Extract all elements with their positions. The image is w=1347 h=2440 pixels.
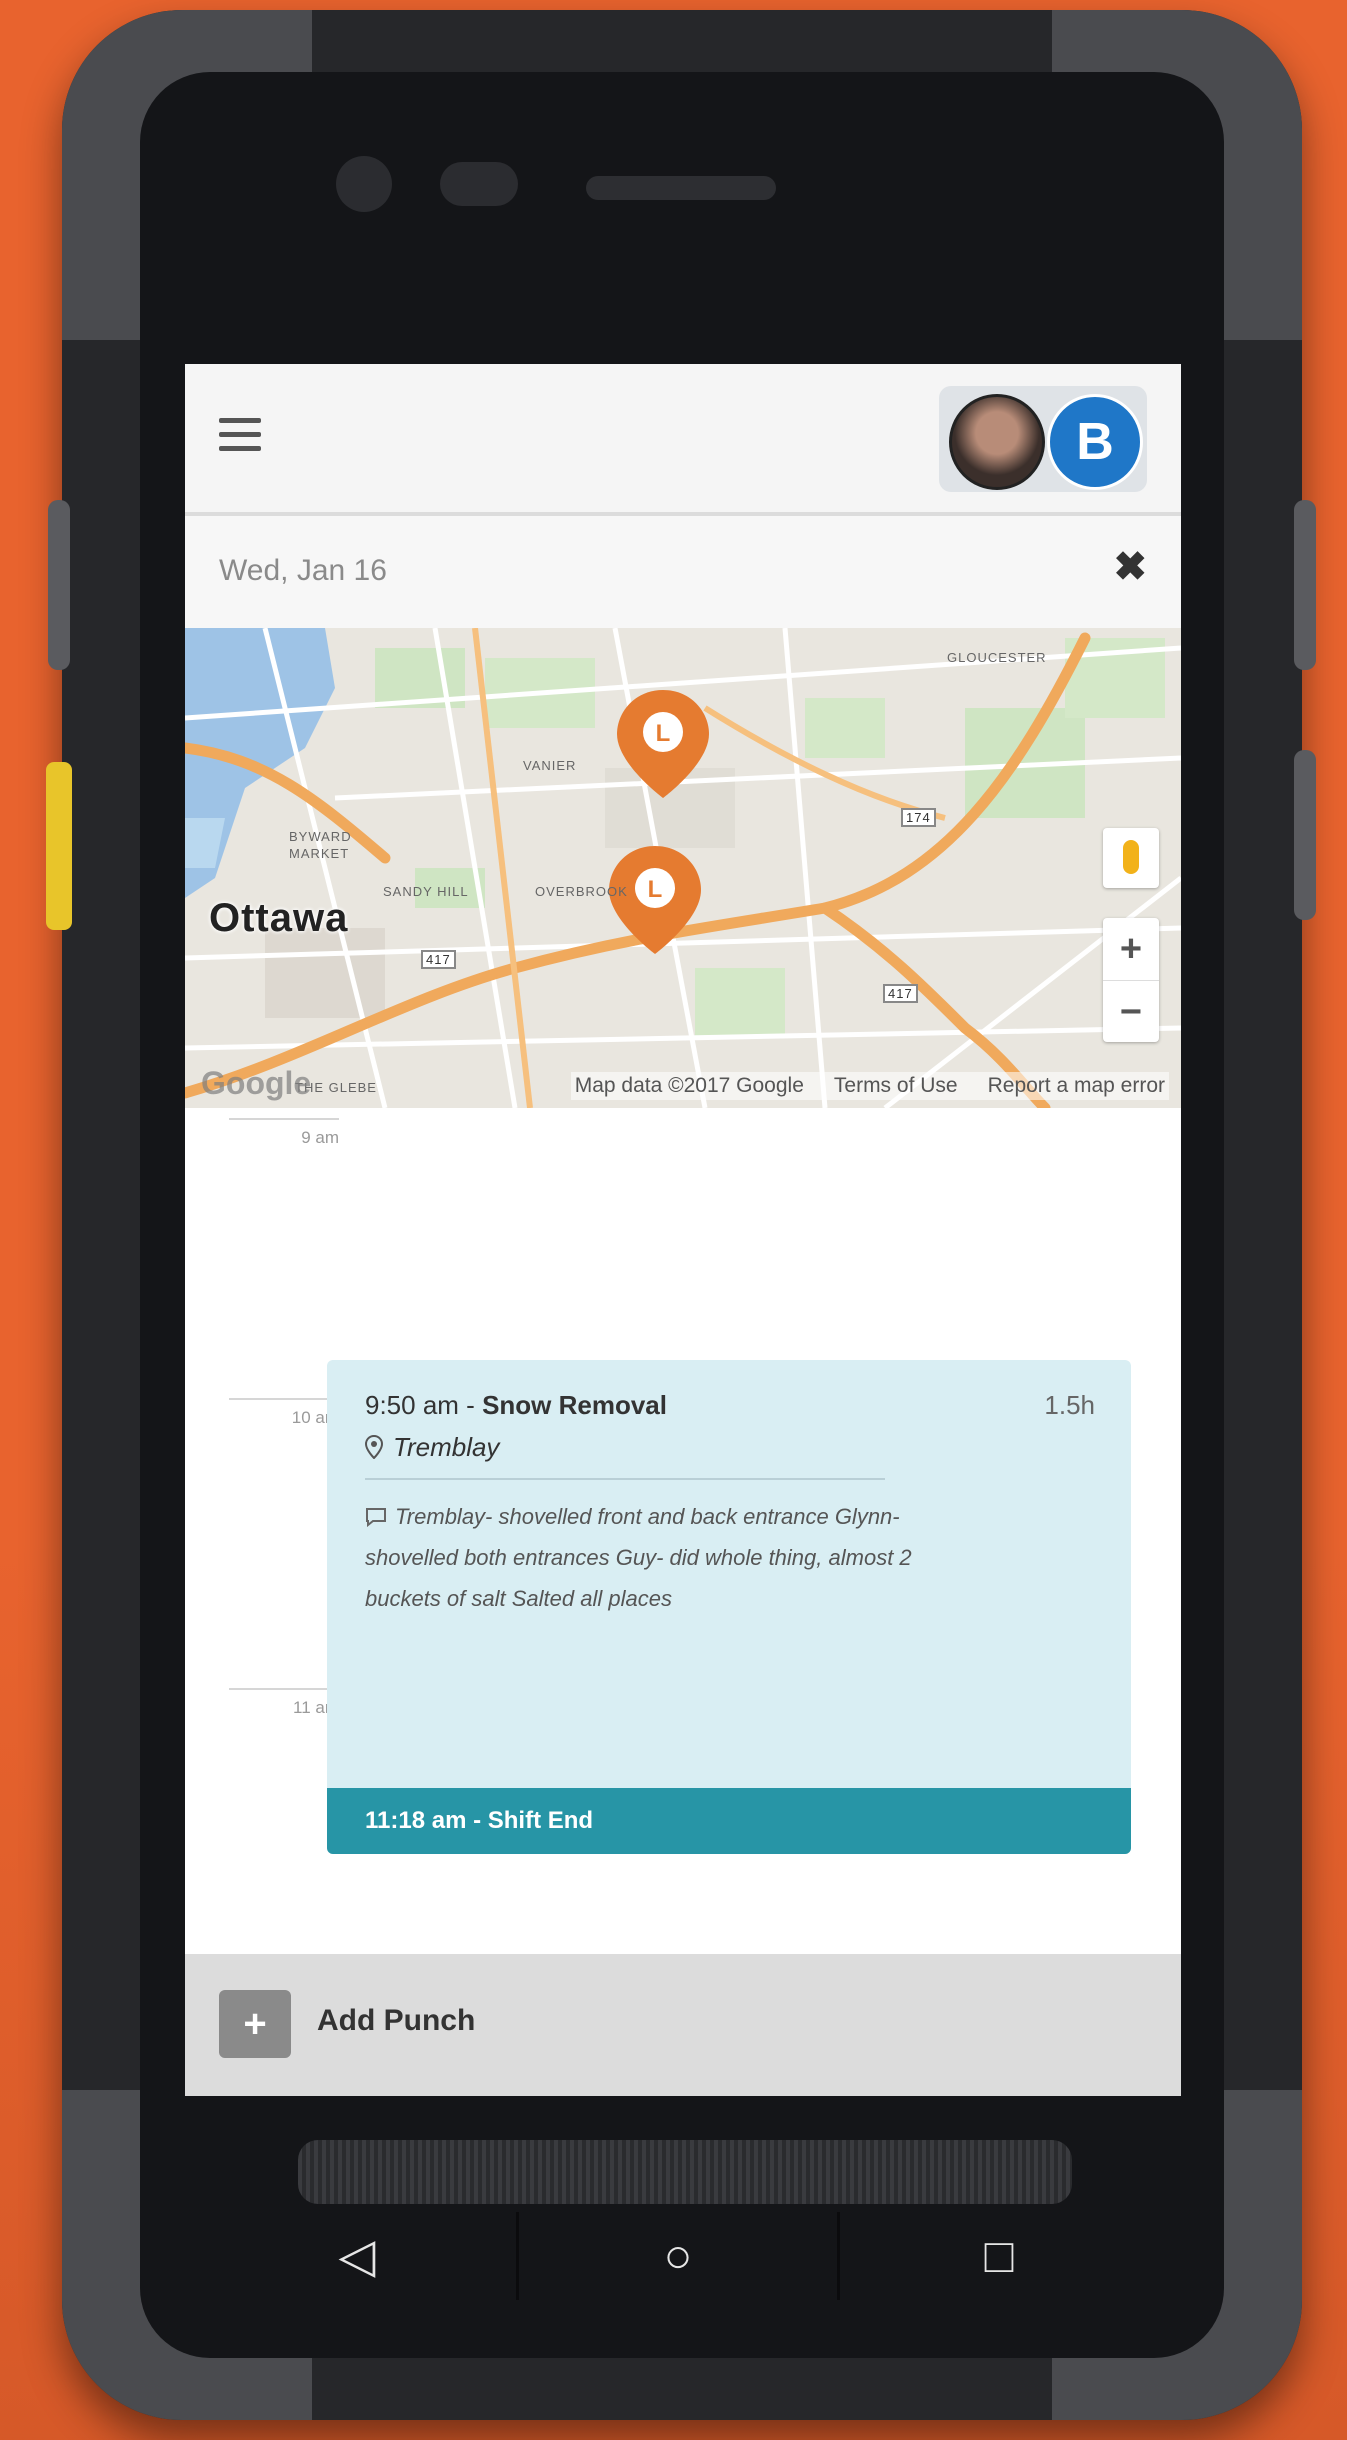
earpiece (586, 176, 776, 200)
punch-location-name: Tremblay (393, 1432, 500, 1462)
location-pin-icon (364, 1434, 384, 1460)
map-pin-label: L (656, 720, 671, 747)
ptt-key[interactable] (46, 762, 72, 930)
shift-end-bar[interactable]: 11:18 am - Shift End (327, 1788, 1131, 1854)
hour-label: 10 am (291, 1408, 339, 1427)
hour-label: 11 am (293, 1698, 339, 1717)
map-data-credit: Map data ©2017 Google (574, 1074, 804, 1097)
map-area-label: SANDY HILL (383, 884, 469, 899)
android-nav-bar: ◁ ○ □ (198, 2212, 1158, 2300)
hour-tick (229, 1688, 339, 1690)
close-icon[interactable]: ✖ (1113, 544, 1147, 590)
add-icon[interactable]: + (219, 1990, 291, 2058)
punch-job-name: Snow Removal (482, 1390, 667, 1420)
add-punch-bar[interactable]: + Add Punch (185, 1954, 1181, 2096)
punch-map[interactable]: L L VANIER BYWARD MARKET SANDY HILL OVER… (185, 628, 1181, 1108)
punch-note: Tremblay- shovelled front and back entra… (365, 1496, 925, 1619)
recent-apps-button[interactable]: □ (837, 2212, 1158, 2300)
map-area-label: VANIER (523, 758, 577, 773)
map-zoom-control: + − (1103, 918, 1159, 1042)
card-divider (365, 1478, 885, 1480)
hour-tick (229, 1398, 339, 1400)
user-avatar[interactable] (949, 394, 1045, 490)
punch-note-text: Tremblay- shovelled front and back entra… (365, 1504, 912, 1611)
map-canvas: L L (185, 628, 1181, 1108)
zoom-out-button[interactable]: − (1103, 981, 1159, 1043)
power-key[interactable] (1294, 500, 1316, 670)
map-city-label: Ottawa (209, 896, 349, 940)
day-header: Wed, Jan 16 ✖ (185, 516, 1181, 628)
highway-shield: 417 (883, 984, 918, 1003)
map-pin-label: L (648, 876, 663, 903)
hour-tick (229, 1118, 339, 1120)
punch-location: Tremblay (364, 1432, 500, 1463)
app-header: B (185, 364, 1181, 516)
punch-card[interactable]: 9:50 am - Snow Removal 1.5h Tremblay Tre… (327, 1360, 1131, 1854)
note-icon (366, 1508, 386, 1528)
front-camera-icon (336, 156, 392, 212)
highway-shield: 417 (421, 950, 456, 969)
hour-label: 9 am (301, 1128, 339, 1147)
selected-date: Wed, Jan 16 (219, 554, 387, 587)
home-button[interactable]: ○ (516, 2212, 837, 2300)
sensor-icon (440, 162, 518, 206)
back-button[interactable]: ◁ (198, 2212, 516, 2300)
company-avatar[interactable]: B (1047, 394, 1143, 490)
punch-title: 9:50 am - Snow Removal (365, 1390, 667, 1421)
report-error-link[interactable]: Report a map error (988, 1074, 1165, 1098)
zoom-in-button[interactable]: + (1103, 918, 1159, 981)
punch-start-time: 9:50 am - (365, 1390, 483, 1420)
google-logo: Google (201, 1065, 312, 1101)
speaker-grille (298, 2140, 1072, 2204)
day-timeline: 9 am 10 am 11 am 9:50 am - Snow Removal … (185, 1108, 1181, 1968)
map-area-label: BYWARD MARKET (289, 829, 352, 861)
hamburger-menu-icon[interactable] (219, 418, 261, 452)
side-key-right[interactable] (1294, 750, 1316, 920)
add-punch-label[interactable]: Add Punch (317, 2004, 475, 2038)
terms-link[interactable]: Terms of Use (834, 1074, 958, 1098)
highway-shield: 174 (901, 808, 936, 827)
account-switcher[interactable]: B (939, 386, 1147, 492)
punch-duration: 1.5h (1044, 1390, 1095, 1420)
volume-key[interactable] (48, 500, 70, 670)
app-screen: B Wed, Jan 16 ✖ L L VANIER BYWARD MARKET… (185, 364, 1181, 2096)
map-attribution: Map data ©2017 Google Terms of Use Repor… (570, 1072, 1169, 1100)
map-area-label: GLOUCESTER (947, 650, 1047, 665)
street-view-pegman-icon[interactable] (1103, 828, 1159, 888)
map-area-label: OVERBROOK (535, 884, 628, 899)
